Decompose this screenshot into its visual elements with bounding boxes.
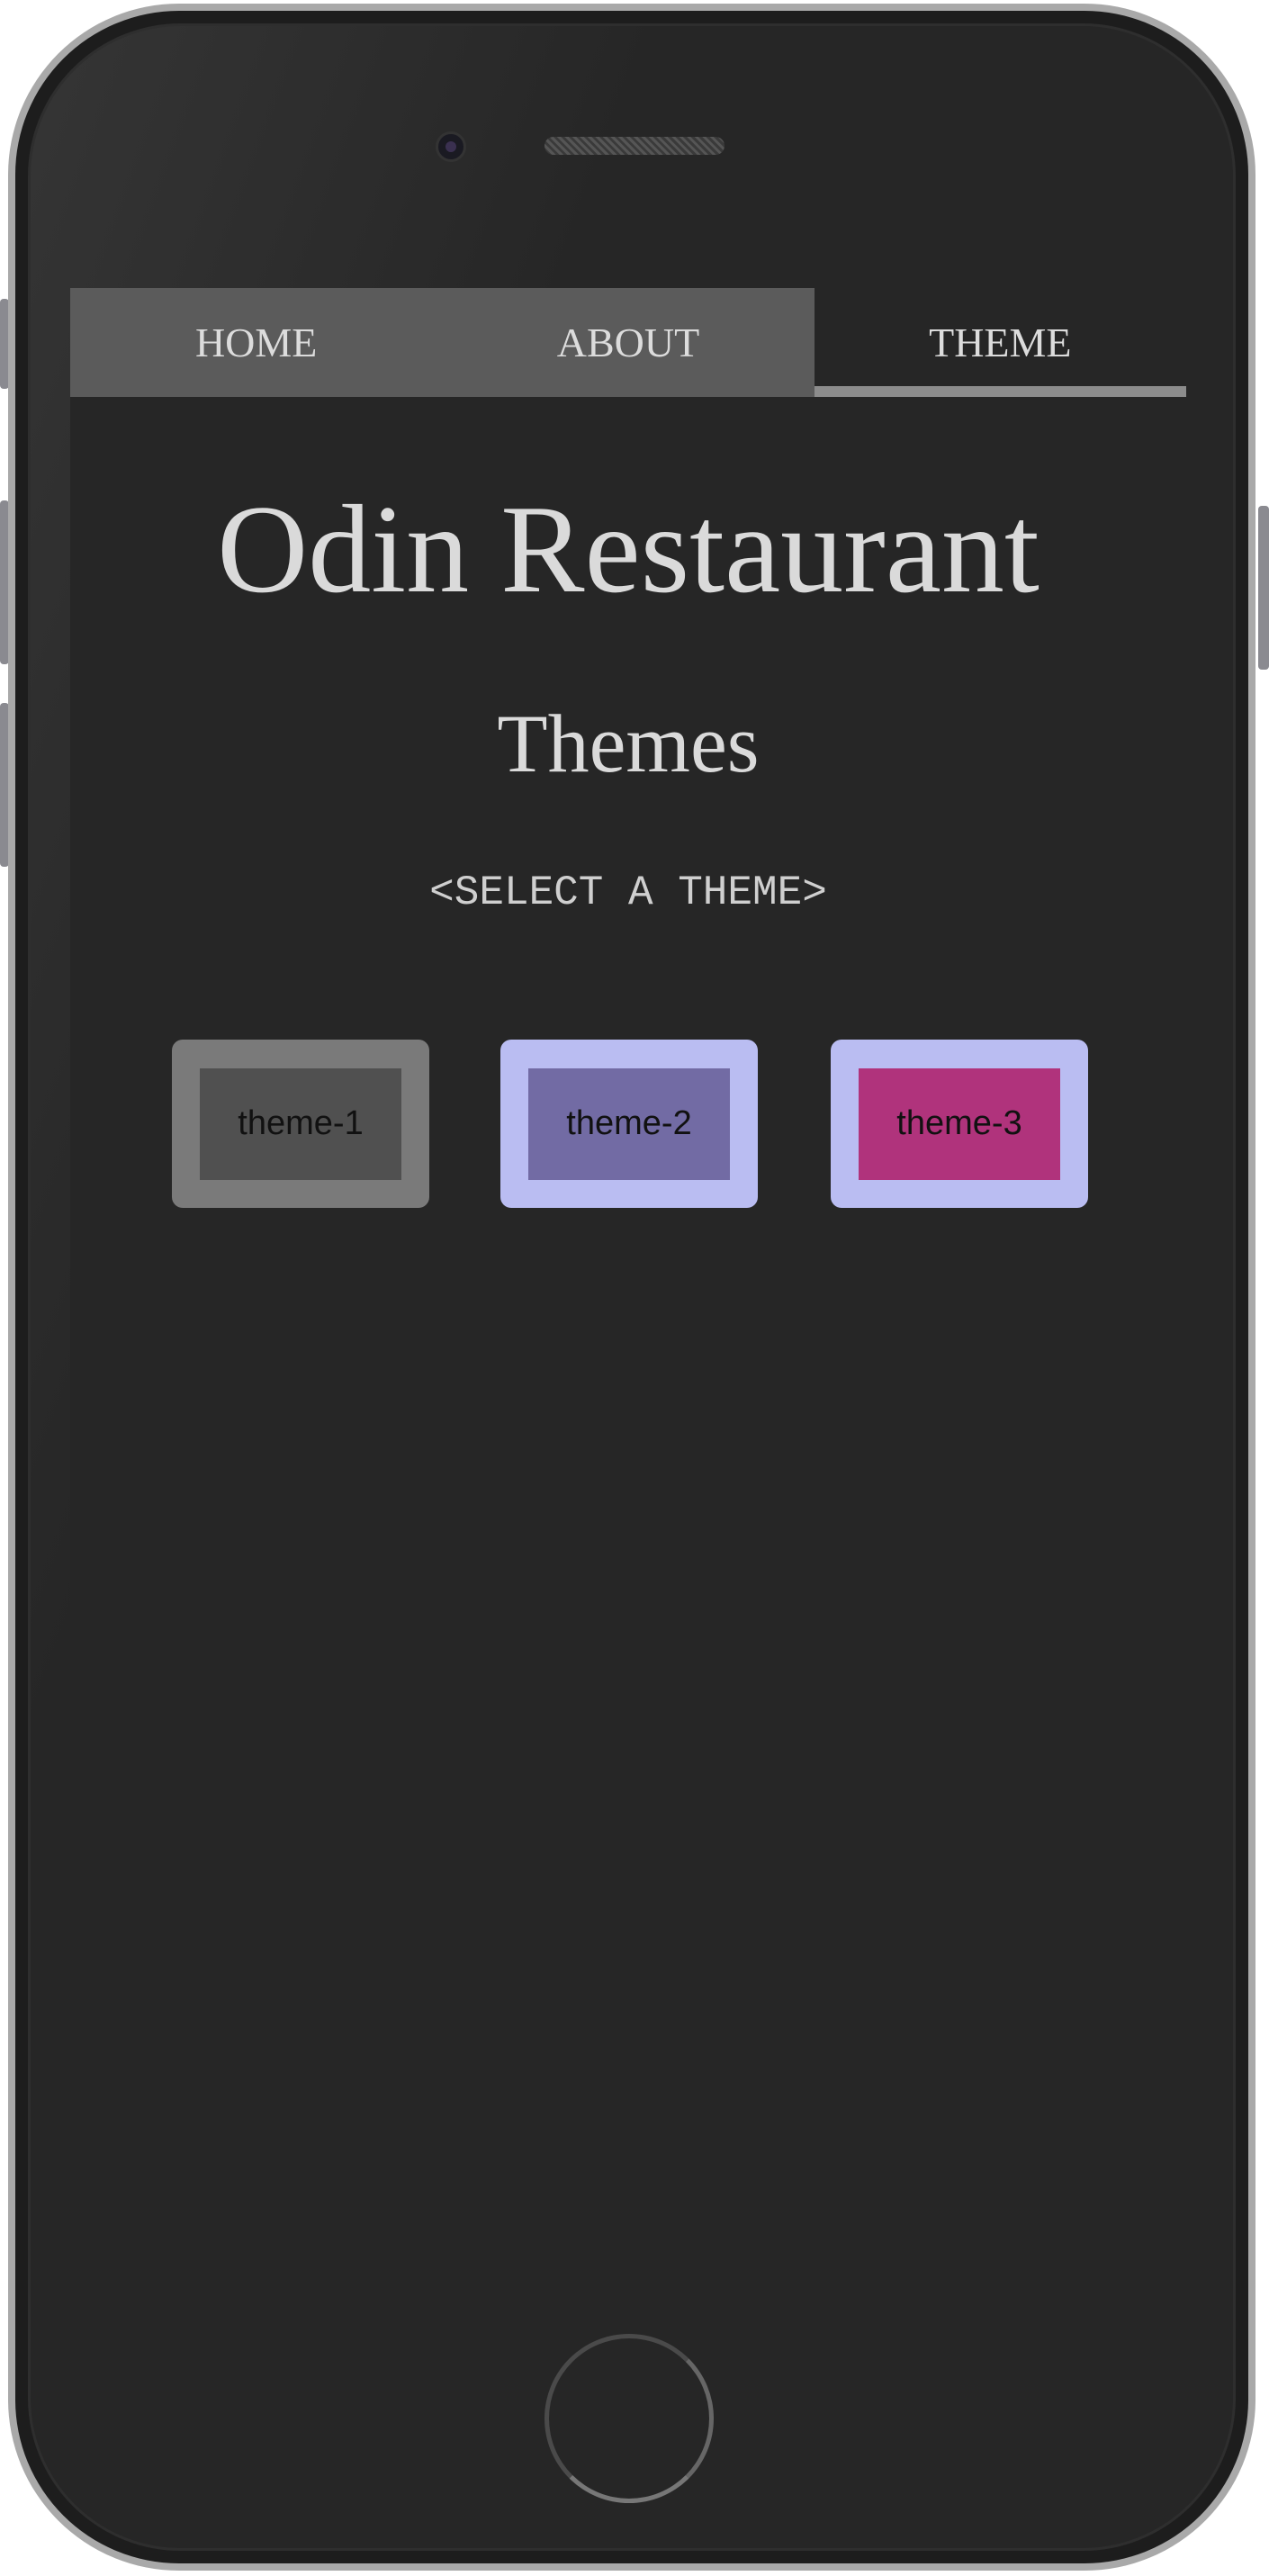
nav-theme[interactable]: THEME — [814, 288, 1187, 397]
theme-2-label: theme-2 — [528, 1067, 730, 1180]
theme-1-label: theme-1 — [200, 1067, 401, 1180]
nav-about[interactable]: ABOUT — [442, 288, 814, 397]
page-title: Odin Restaurant — [217, 480, 1040, 619]
camera-icon — [436, 131, 466, 162]
theme-2-button[interactable]: theme-2 — [500, 1040, 758, 1208]
speaker-grille — [544, 137, 724, 155]
select-theme-prompt: <SELECT A THEME> — [429, 869, 827, 916]
home-button — [544, 2334, 714, 2503]
power-button — [1258, 506, 1269, 670]
nav-home[interactable]: HOME — [70, 288, 443, 397]
theme-3-label: theme-3 — [859, 1067, 1060, 1180]
section-title: Themes — [497, 698, 760, 789]
screen: HOME ABOUT THEME Odin Restaurant Themes … — [70, 288, 1187, 2286]
nav-bar: HOME ABOUT THEME — [70, 288, 1187, 397]
theme-3-button[interactable]: theme-3 — [831, 1040, 1088, 1208]
theme-1-button[interactable]: theme-1 — [172, 1040, 429, 1208]
